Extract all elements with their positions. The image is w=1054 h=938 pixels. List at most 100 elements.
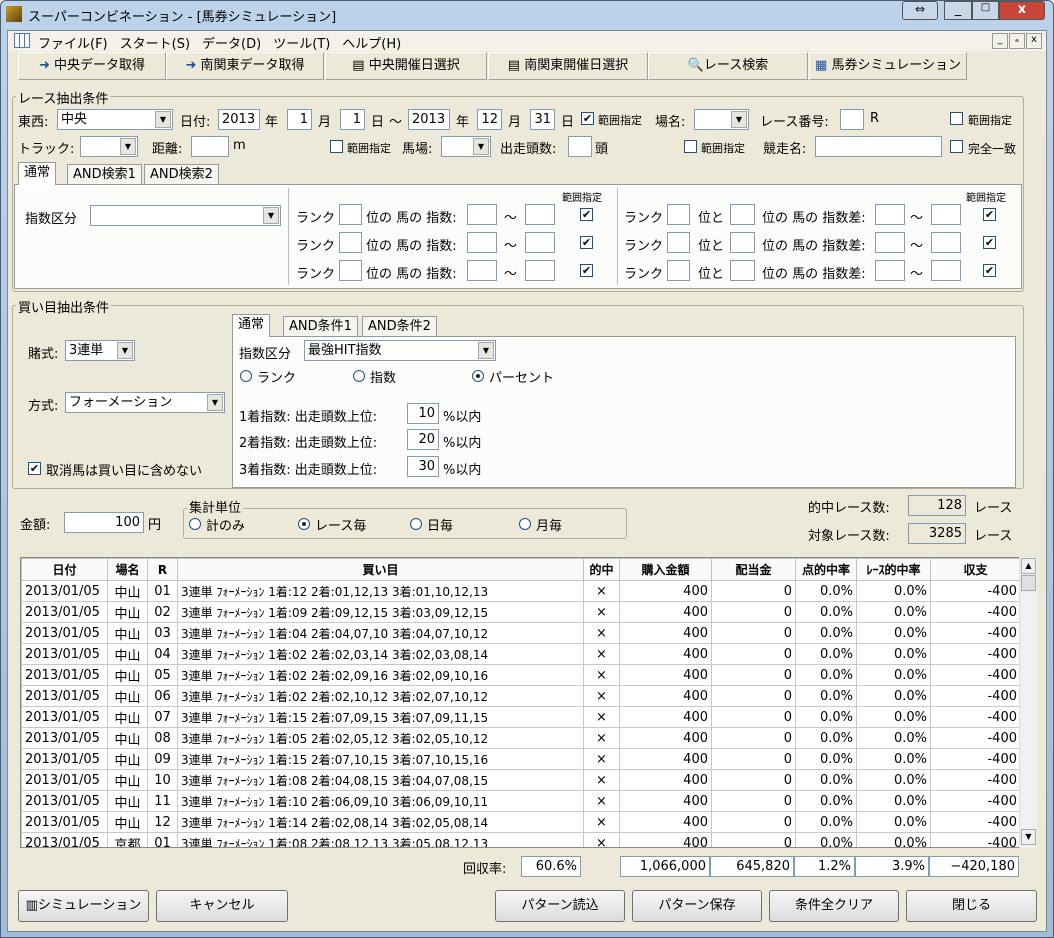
amount-input[interactable]: 100 (64, 512, 144, 533)
end-day-input[interactable]: 31 (530, 109, 555, 130)
column-header[interactable]: 購入金額 (619, 558, 712, 581)
rank-input[interactable] (339, 232, 362, 253)
index-min-input[interactable] (467, 232, 497, 253)
table-scrollbar[interactable]: ▲ ▼ (1019, 557, 1037, 848)
position-percent-input[interactable]: 10 (407, 403, 439, 424)
menu-start[interactable]: スタート(S) (120, 37, 190, 52)
diff-max-input[interactable] (931, 232, 961, 253)
scroll-thumb[interactable] (1021, 575, 1036, 591)
save-pattern-button[interactable]: パターン保存 (632, 890, 762, 922)
table-row[interactable]: 2013/01/05 中山 11 3連単 ﾌｫｰﾒｰｼｮﾝ 1着:10 2着:06,0… (21, 790, 1021, 812)
resize-icon[interactable]: ⇔ (902, 1, 938, 20)
column-header[interactable]: 収支 (930, 558, 1021, 581)
position-percent-input[interactable]: 20 (407, 429, 439, 450)
column-header[interactable]: 買い目 (177, 558, 584, 581)
betting-simulation-button[interactable]: ▦ 馬券シミュレーション (809, 52, 967, 80)
menu-help[interactable]: ヘルプ(H) (342, 37, 401, 52)
index-range-checkbox[interactable]: ✔ (580, 264, 593, 277)
index-type-select[interactable]: ▼ (90, 205, 281, 226)
index-max-input[interactable] (525, 232, 555, 253)
index-min-input[interactable] (467, 204, 497, 225)
race-name-input[interactable] (815, 136, 942, 157)
distance-input[interactable] (191, 136, 229, 157)
start-year-input[interactable]: 2013 (218, 109, 260, 130)
south-kanto-date-select-button[interactable]: ▤ 南関東開催日選択 (488, 52, 648, 80)
radio-percent[interactable] (472, 370, 484, 382)
diff-range-checkbox[interactable]: ✔ (983, 236, 996, 249)
minimize-button[interactable]: _ (944, 1, 972, 20)
central-data-fetch-button[interactable]: ➜ 中央データ取得 (18, 52, 166, 80)
start-day-input[interactable]: 1 (340, 109, 365, 130)
tab-normal[interactable]: 通常 (18, 162, 57, 185)
race-number-input[interactable] (840, 109, 864, 130)
diff-min-input[interactable] (875, 204, 905, 225)
column-header[interactable]: R (147, 558, 178, 581)
rank-b-input[interactable] (730, 260, 755, 281)
close-button[interactable]: 閉じる (906, 890, 1037, 922)
simulation-button[interactable]: ▥シミュレーション (18, 890, 149, 922)
start-month-input[interactable]: 1 (287, 109, 312, 130)
table-row[interactable]: 2013/01/05 中山 05 3連単 ﾌｫｰﾒｰｼｮﾝ 1着:02 2着:02,0… (21, 664, 1021, 686)
diff-min-input[interactable] (875, 232, 905, 253)
close-window-button[interactable]: x (999, 1, 1045, 20)
table-row[interactable]: 2013/01/05 中山 10 3連単 ﾌｫｰﾒｰｼｮﾝ 1着:08 2着:04,0… (21, 769, 1021, 791)
exclude-cancelled-checkbox[interactable]: ✔ (28, 462, 41, 475)
buy-index-select[interactable]: 最強HIT指数 ▼ (304, 340, 496, 361)
clear-all-button[interactable]: 条件全クリア (769, 890, 899, 922)
aggregate-month-radio[interactable] (519, 518, 531, 530)
column-header[interactable]: 点的中率 (795, 558, 857, 581)
position-percent-input[interactable]: 30 (407, 456, 439, 477)
mdi-restore-button[interactable]: ₐ (1009, 33, 1025, 49)
east-west-select[interactable]: 中央 ▼ (57, 109, 173, 130)
table-row[interactable]: 2013/01/05 中山 06 3連単 ﾌｫｰﾒｰｼｮﾝ 1着:02 2着:02,1… (21, 685, 1021, 707)
central-date-select-button[interactable]: ▤ 中央開催日選択 (325, 52, 487, 80)
menu-file[interactable]: ファイル(F) (38, 37, 108, 52)
table-row[interactable]: 2013/01/05 中山 12 3連単 ﾌｫｰﾒｰｼｮﾝ 1着:14 2着:02,0… (21, 811, 1021, 833)
column-header[interactable]: 場名 (107, 558, 148, 581)
rank-a-input[interactable] (667, 232, 690, 253)
scroll-down-icon[interactable]: ▼ (1021, 829, 1036, 845)
diff-max-input[interactable] (931, 260, 961, 281)
heads-range-checkbox[interactable] (684, 140, 697, 153)
place-select[interactable]: ▼ (694, 109, 749, 130)
track-select[interactable]: ▼ (80, 136, 138, 157)
table-row[interactable]: 2013/01/05 中山 02 3連単 ﾌｫｰﾒｰｼｮﾝ 1着:09 2着:09,1… (21, 601, 1021, 623)
rank-b-input[interactable] (730, 232, 755, 253)
baba-select[interactable]: ▼ (441, 136, 491, 157)
column-header[interactable]: 的中 (583, 558, 620, 581)
rank-input[interactable] (339, 204, 362, 225)
table-row[interactable]: 2013/01/05 中山 04 3連単 ﾌｫｰﾒｰｼｮﾝ 1着:02 2着:02,0… (21, 643, 1021, 665)
end-month-input[interactable]: 12 (477, 109, 502, 130)
rank-a-input[interactable] (667, 204, 690, 225)
table-row[interactable]: 2013/01/05 中山 09 3連単 ﾌｫｰﾒｰｼｮﾝ 1着:15 2着:07,1… (21, 748, 1021, 770)
table-row[interactable]: 2013/01/05 中山 01 3連単 ﾌｫｰﾒｰｼｮﾝ 1着:12 2着:01,1… (21, 580, 1021, 602)
end-year-input[interactable]: 2013 (408, 109, 450, 130)
maximize-button[interactable]: □ (972, 1, 999, 20)
diff-range-checkbox[interactable]: ✔ (983, 264, 996, 277)
load-pattern-button[interactable]: パターン読込 (495, 890, 625, 922)
mdi-minimize-button[interactable]: _ (992, 33, 1008, 49)
bet-type-select[interactable]: 3連単 ▼ (65, 340, 135, 361)
date-range-checkbox[interactable]: ✔ (581, 112, 594, 125)
column-header[interactable]: 配当金 (711, 558, 796, 581)
distance-range-checkbox[interactable] (330, 140, 343, 153)
table-row[interactable]: 2013/01/05 京都 01 3連単 ﾌｫｰﾒｰｼｮﾝ 1着:08 2着:08,1… (21, 832, 1021, 847)
table-row[interactable]: 2013/01/05 中山 07 3連単 ﾌｫｰﾒｰｼｮﾝ 1着:15 2着:07,0… (21, 706, 1021, 728)
tab-and-cond-2[interactable]: AND条件2 (362, 316, 437, 337)
race-search-button[interactable]: 🔍レース検索 (648, 52, 808, 80)
radio-index[interactable] (353, 370, 365, 382)
exact-match-checkbox[interactable] (950, 140, 963, 153)
diff-max-input[interactable] (931, 204, 961, 225)
race-number-range-checkbox[interactable] (950, 112, 963, 125)
menu-data[interactable]: データ(D) (202, 37, 261, 52)
column-header[interactable]: 日付 (21, 558, 108, 581)
tab-and-search-1[interactable]: AND検索1 (67, 164, 142, 185)
index-range-checkbox[interactable]: ✔ (580, 236, 593, 249)
mdi-close-button[interactable]: x (1026, 33, 1042, 49)
rank-input[interactable] (339, 260, 362, 281)
tab-and-search-2[interactable]: AND検索2 (144, 164, 219, 185)
aggregate-race-radio[interactable] (298, 518, 310, 530)
index-min-input[interactable] (467, 260, 497, 281)
table-row[interactable]: 2013/01/05 中山 03 3連単 ﾌｫｰﾒｰｼｮﾝ 1着:04 2着:04,0… (21, 622, 1021, 644)
column-header[interactable]: ﾚｰｽ的中率 (856, 558, 931, 581)
